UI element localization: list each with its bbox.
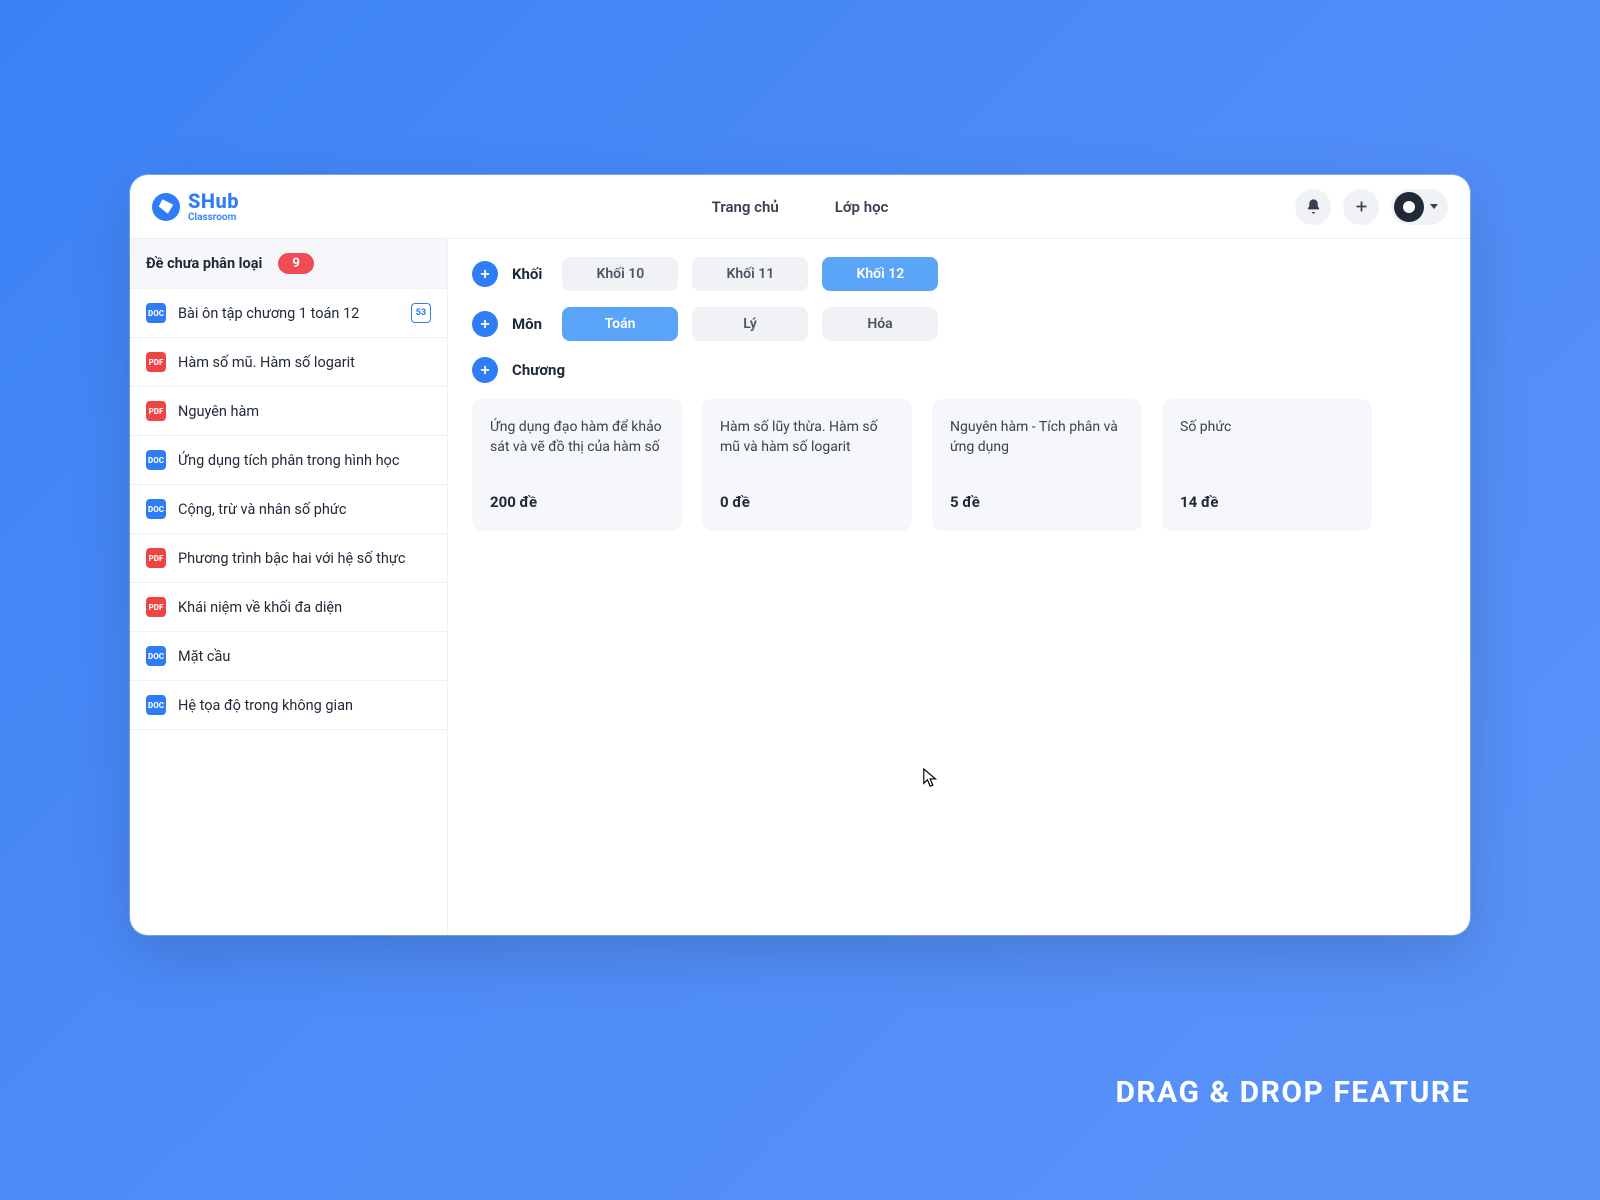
filter-grade-label: Khối (512, 265, 542, 283)
brand-sub: Classroom (188, 213, 239, 223)
logo-icon (152, 193, 180, 221)
main: Khối Khối 10 Khối 11 Khối 12 Môn Toán Lý Hóa… (448, 239, 1470, 935)
card-count: 0 đề (720, 493, 894, 511)
filter-subject-label: Môn (512, 315, 542, 333)
filter-grade-row: Khối Khối 10 Khối 11 Khối 12 (472, 257, 1446, 291)
sidebar-badge: 9 (278, 253, 313, 274)
sidebar-item-label: Hàm số mũ. Hàm số logarit (178, 354, 355, 371)
brand-name: SHub (188, 191, 239, 211)
topbar-actions (1295, 189, 1448, 225)
add-button[interactable] (1343, 189, 1379, 225)
nav-home[interactable]: Trang chủ (712, 198, 779, 216)
add-chapter-button[interactable] (472, 357, 498, 383)
sidebar: Đề chưa phân loại 9 DOC Bài ôn tập chương… (130, 239, 448, 935)
sidebar-item[interactable]: PDF Nguyên hàm (130, 387, 447, 436)
sidebar-item-label: Ứng dụng tích phân trong hình học (178, 452, 399, 469)
filter-chapter-row: Chương (472, 357, 1446, 383)
feature-caption: DRAG & DROP FEATURE (1115, 1075, 1470, 1110)
bell-icon (1305, 198, 1322, 215)
topbar: SHub Classroom Trang chủ Lớp học (130, 175, 1470, 239)
filter-chip[interactable]: Khối 12 (822, 257, 938, 291)
filter-chip[interactable]: Khối 11 (692, 257, 808, 291)
add-subject-button[interactable] (472, 311, 498, 337)
chevron-down-icon (1430, 204, 1438, 209)
nav-center: Trang chủ Lớp học (712, 198, 889, 216)
pdf-file-icon: PDF (146, 401, 166, 421)
filter-chip[interactable]: Toán (562, 307, 678, 341)
sidebar-item-label: Khái niệm về khối đa diện (178, 599, 342, 616)
sidebar-item[interactable]: PDF Khái niệm về khối đa diện (130, 583, 447, 632)
chapter-card[interactable]: Số phức 14 đề (1162, 399, 1372, 531)
logo[interactable]: SHub Classroom (152, 191, 239, 223)
doc-file-icon: DOC (146, 695, 166, 715)
sidebar-header[interactable]: Đề chưa phân loại 9 (130, 239, 447, 289)
chapter-card[interactable]: Nguyên hàm - Tích phân và ứng dụng 5 đề (932, 399, 1142, 531)
plus-icon (1353, 198, 1370, 215)
chapter-card[interactable]: Hàm số lũy thừa. Hàm số mũ và hàm số log… (702, 399, 912, 531)
card-count: 200 đề (490, 493, 664, 511)
sidebar-item-label: Phương trình bậc hai với hệ số thực (178, 550, 405, 567)
sidebar-item-label: Cộng, trừ và nhân số phức (178, 501, 346, 518)
plus-icon (478, 363, 492, 377)
add-grade-button[interactable] (472, 261, 498, 287)
filter-subject-row: Môn Toán Lý Hóa (472, 307, 1446, 341)
nav-class[interactable]: Lớp học (835, 198, 889, 216)
chapter-cards: Ứng dụng đạo hàm để khảo sát và vẽ đồ th… (472, 399, 1446, 531)
body: Đề chưa phân loại 9 DOC Bài ôn tập chương… (130, 239, 1470, 935)
plus-icon (478, 317, 492, 331)
cursor-icon (922, 767, 940, 789)
pdf-file-icon: PDF (146, 352, 166, 372)
sidebar-header-label: Đề chưa phân loại (146, 255, 262, 272)
plus-icon (478, 267, 492, 281)
card-title: Nguyên hàm - Tích phân và ứng dụng (950, 417, 1124, 475)
card-title: Số phức (1180, 417, 1354, 475)
filter-chip[interactable]: Khối 10 (562, 257, 678, 291)
sidebar-item[interactable]: DOC Hệ tọa độ trong không gian (130, 681, 447, 730)
sidebar-item[interactable]: PDF Phương trình bậc hai với hệ số thực (130, 534, 447, 583)
sidebar-item[interactable]: DOC Cộng, trừ và nhân số phức (130, 485, 447, 534)
doc-file-icon: DOC (146, 450, 166, 470)
doc-file-icon: DOC (146, 499, 166, 519)
logo-text: SHub Classroom (188, 191, 239, 223)
sidebar-item-label: Hệ tọa độ trong không gian (178, 697, 353, 714)
card-title: Hàm số lũy thừa. Hàm số mũ và hàm số log… (720, 417, 894, 475)
item-count-badge: 53 (411, 303, 431, 323)
app-window: SHub Classroom Trang chủ Lớp học Đề chưa… (130, 175, 1470, 935)
filter-chip[interactable]: Hóa (822, 307, 938, 341)
doc-file-icon: DOC (146, 646, 166, 666)
user-menu[interactable] (1391, 189, 1448, 225)
filter-chapter-label: Chương (512, 361, 565, 379)
card-title: Ứng dụng đạo hàm để khảo sát và vẽ đồ th… (490, 417, 664, 475)
sidebar-item-label: Nguyên hàm (178, 403, 259, 420)
pdf-file-icon: PDF (146, 597, 166, 617)
sidebar-item-label: Mặt cầu (178, 648, 230, 665)
avatar (1394, 192, 1424, 222)
card-count: 14 đề (1180, 493, 1354, 511)
chapter-card[interactable]: Ứng dụng đạo hàm để khảo sát và vẽ đồ th… (472, 399, 682, 531)
doc-file-icon: DOC (146, 303, 166, 323)
sidebar-item[interactable]: DOC Bài ôn tập chương 1 toán 12 53 (130, 289, 447, 338)
sidebar-item[interactable]: PDF Hàm số mũ. Hàm số logarit (130, 338, 447, 387)
subject-chips: Toán Lý Hóa (562, 307, 938, 341)
sidebar-item[interactable]: DOC Mặt cầu (130, 632, 447, 681)
notifications-button[interactable] (1295, 189, 1331, 225)
card-count: 5 đề (950, 493, 1124, 511)
pdf-file-icon: PDF (146, 548, 166, 568)
filter-chip[interactable]: Lý (692, 307, 808, 341)
sidebar-item-label: Bài ôn tập chương 1 toán 12 (178, 305, 359, 322)
grade-chips: Khối 10 Khối 11 Khối 12 (562, 257, 938, 291)
sidebar-item[interactable]: DOC Ứng dụng tích phân trong hình học (130, 436, 447, 485)
